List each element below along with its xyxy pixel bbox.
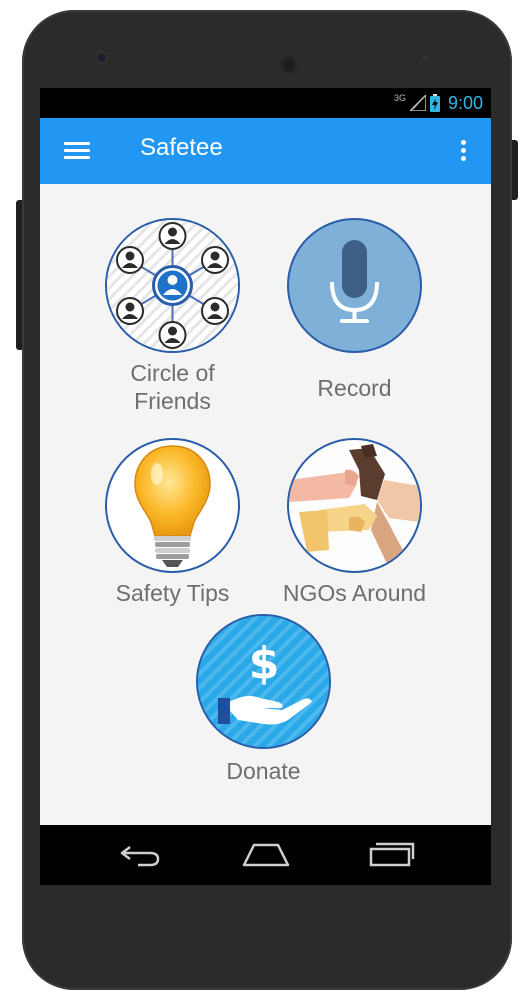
volume-button (512, 140, 518, 200)
tile-label: Circle of Friends (130, 360, 215, 414)
tile-safety-tips[interactable]: Safety Tips (90, 424, 255, 619)
tile-label: Donate (226, 758, 301, 784)
home-grid: Circle of Friends Record Safety Tips NGO… (40, 184, 491, 825)
circle-of-friends-icon (105, 218, 240, 353)
tile-record[interactable]: Record (272, 204, 437, 419)
app-title: Safetee (140, 134, 223, 161)
screen: 3G 9:00 Safetee Circle of Friends Record… (40, 88, 491, 885)
light-bulb-icon (105, 438, 240, 573)
tile-circle-of-friends[interactable]: Circle of Friends (90, 204, 255, 419)
earpiece-speaker (280, 56, 298, 74)
status-bar: 3G 9:00 (40, 88, 491, 118)
app-bar: Safetee (40, 118, 491, 184)
more-vert-icon[interactable] (455, 136, 471, 166)
tile-donate[interactable]: $ Donate (181, 614, 346, 809)
tile-label: NGOs Around (282, 580, 427, 606)
microphone-icon (287, 218, 422, 353)
tile-ngos-around[interactable]: NGOs Around (272, 424, 437, 619)
joined-hands-icon (287, 438, 422, 573)
front-camera (97, 53, 106, 62)
proximity-sensor (422, 54, 428, 60)
power-button (16, 200, 22, 350)
battery-icon (429, 94, 440, 112)
back-icon[interactable] (118, 839, 162, 873)
svg-text:$: $ (249, 638, 280, 689)
navigation-bar (40, 825, 491, 885)
tile-label: Record (317, 375, 392, 401)
tile-label: Safety Tips (115, 580, 230, 606)
status-time: 9:00 (447, 92, 483, 113)
signal-icon (409, 95, 426, 111)
network-type: 3G (393, 93, 406, 103)
dollar-hand-icon: $ (196, 614, 331, 749)
hamburger-menu-icon[interactable] (62, 136, 92, 166)
recent-apps-icon[interactable] (367, 839, 415, 873)
home-icon[interactable] (241, 839, 291, 873)
